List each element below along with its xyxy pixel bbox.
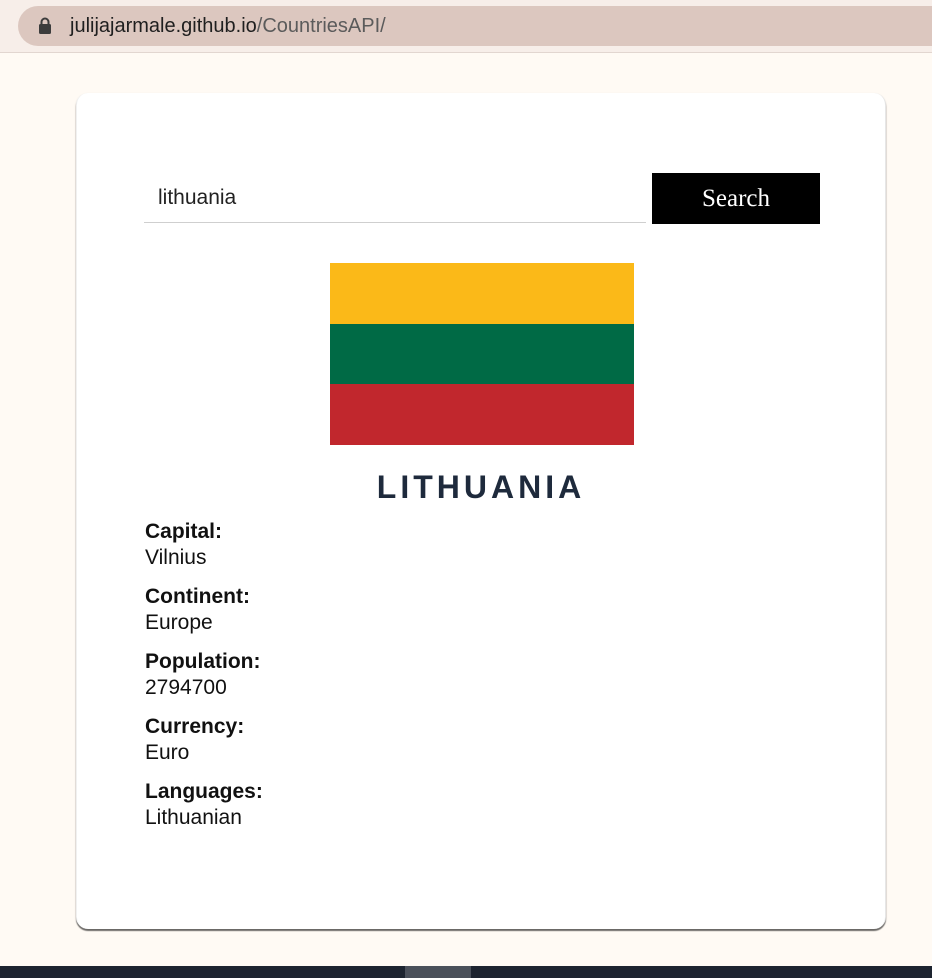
detail-label: Continent: [145, 585, 250, 608]
detail-value: Lithuanian [145, 806, 242, 829]
detail-label: Currency: [145, 715, 245, 738]
detail-value: Vilnius [145, 546, 207, 569]
taskbar [0, 966, 932, 978]
url-text[interactable]: julijajarmale.github.io/CountriesAPI/ [70, 15, 386, 37]
country-details: Capital: Vilnius Continent: Europe Popul… [145, 519, 263, 844]
url-path: /CountriesAPI/ [256, 15, 386, 37]
url-host: julijajarmale.github.io [70, 15, 257, 37]
address-bar[interactable]: julijajarmale.github.io/CountriesAPI/ [18, 6, 932, 46]
browser-toolbar: julijajarmale.github.io/CountriesAPI/ [0, 0, 932, 53]
search-input[interactable] [144, 173, 646, 223]
country-name: LITHUANIA [376, 469, 586, 505]
flag-stripe-bottom [330, 384, 634, 445]
lock-icon[interactable] [38, 17, 52, 35]
detail-label: Capital: [145, 520, 223, 543]
detail-population: Population: 2794700 [145, 649, 263, 701]
detail-value: Euro [145, 741, 190, 764]
detail-label: Population: [145, 650, 261, 673]
detail-capital: Capital: Vilnius [145, 519, 263, 571]
detail-value: Europe [145, 611, 213, 634]
detail-label: Languages: [145, 780, 263, 803]
taskbar-item[interactable] [405, 966, 471, 978]
flag-stripe-middle [330, 323, 634, 385]
country-card: Search LITHUANIA Capital: Vilnius Contin… [76, 93, 886, 929]
flag-stripe-top [330, 263, 634, 324]
detail-value: 2794700 [145, 676, 227, 699]
detail-continent: Continent: Europe [145, 584, 263, 636]
detail-currency: Currency: Euro [145, 714, 263, 766]
search-button[interactable]: Search [652, 173, 820, 224]
detail-languages: Languages: Lithuanian [145, 779, 263, 831]
country-flag [330, 263, 634, 445]
